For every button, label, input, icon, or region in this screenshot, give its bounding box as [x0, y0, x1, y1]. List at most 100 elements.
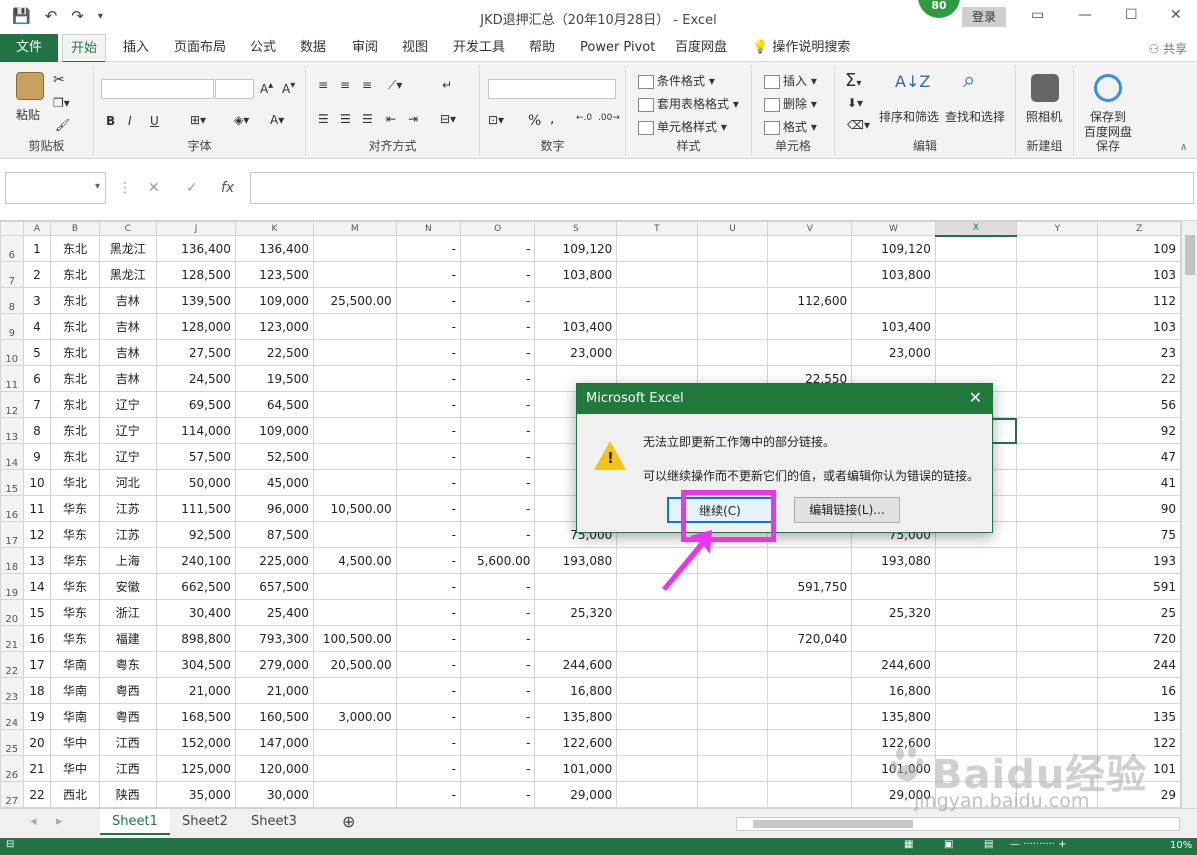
- cell-x[interactable]: [934, 625, 1018, 652]
- cell-t[interactable]: [616, 729, 698, 756]
- cell-v[interactable]: 112,600: [767, 287, 853, 314]
- cell-o[interactable]: -: [460, 495, 536, 522]
- cell-j[interactable]: 111,500: [155, 495, 236, 522]
- cell-o[interactable]: -: [460, 729, 536, 756]
- cell-j[interactable]: 304,500: [155, 651, 236, 678]
- cell-t[interactable]: [616, 235, 698, 262]
- row-header[interactable]: 26: [0, 755, 24, 782]
- cell-k[interactable]: 30,000: [234, 781, 314, 808]
- cell-v[interactable]: [767, 339, 853, 366]
- cell-b[interactable]: 华东: [50, 625, 100, 652]
- cell-x[interactable]: [934, 313, 1018, 340]
- sheet-tab-1[interactable]: Sheet1: [100, 809, 170, 835]
- cell-j[interactable]: 92,500: [155, 521, 236, 548]
- cell-u[interactable]: [696, 599, 769, 626]
- cell-o[interactable]: -: [460, 521, 536, 548]
- cell-x[interactable]: [934, 261, 1018, 288]
- decrease-font-icon[interactable]: A▾: [282, 80, 295, 96]
- cell-u[interactable]: [696, 287, 769, 314]
- cell-z[interactable]: 112: [1097, 287, 1181, 314]
- cell-n[interactable]: -: [395, 339, 462, 366]
- cell-w[interactable]: 23,000: [851, 339, 936, 366]
- cell-k[interactable]: 279,000: [234, 651, 314, 678]
- cell-u[interactable]: [696, 729, 769, 756]
- cell-a[interactable]: 3: [22, 287, 52, 314]
- cell-v[interactable]: [767, 651, 853, 678]
- cell-b[interactable]: 东北: [50, 235, 100, 262]
- macro-record-icon[interactable]: ⊟: [6, 839, 14, 850]
- cell-o[interactable]: 5,600.00: [460, 547, 536, 574]
- cell-n[interactable]: -: [395, 417, 462, 444]
- cell-o[interactable]: -: [460, 261, 536, 288]
- maximize-icon[interactable]: ☐: [1125, 7, 1138, 23]
- row-header[interactable]: 23: [0, 677, 24, 704]
- format-as-table-button[interactable]: 套用表格格式 ▾: [638, 95, 739, 112]
- cell-o[interactable]: -: [460, 443, 536, 470]
- cell-v[interactable]: [767, 261, 853, 288]
- cell-n[interactable]: -: [395, 391, 462, 418]
- cell-m[interactable]: [312, 365, 397, 392]
- cell-s[interactable]: 29,000: [534, 781, 618, 808]
- cell-t[interactable]: [616, 339, 698, 366]
- cell-a[interactable]: 19: [22, 703, 52, 730]
- cell-j[interactable]: 125,000: [155, 755, 236, 782]
- cell-s[interactable]: 103,400: [534, 313, 618, 340]
- cell-u[interactable]: [696, 235, 769, 262]
- cell-s[interactable]: 23,000: [534, 339, 618, 366]
- cell-a[interactable]: 18: [22, 677, 52, 704]
- cell-y[interactable]: [1016, 651, 1099, 678]
- cell-s[interactable]: 193,080: [534, 547, 618, 574]
- cell-y[interactable]: [1016, 599, 1099, 626]
- row-header[interactable]: 17: [0, 521, 24, 548]
- confirm-entry-icon[interactable]: ✓: [186, 180, 198, 196]
- cell-u[interactable]: [696, 755, 769, 782]
- cell-y[interactable]: [1016, 417, 1099, 444]
- column-header-x[interactable]: X: [934, 221, 1018, 237]
- cell-b[interactable]: 东北: [50, 365, 100, 392]
- cell-x[interactable]: [934, 287, 1018, 314]
- cell-j[interactable]: 128,000: [155, 313, 236, 340]
- baidu-netdisk-icon[interactable]: [1094, 74, 1122, 102]
- cell-m[interactable]: [312, 391, 397, 418]
- cell-y[interactable]: [1016, 547, 1099, 574]
- cell-v[interactable]: 591,750: [767, 573, 853, 600]
- cell-y[interactable]: [1016, 261, 1099, 288]
- cell-m[interactable]: 20,500.00: [312, 651, 397, 678]
- cell-b[interactable]: 华东: [50, 573, 100, 600]
- cell-b[interactable]: 华中: [50, 729, 100, 756]
- cell-z[interactable]: 22: [1097, 365, 1181, 392]
- comma-button[interactable]: ,: [550, 111, 554, 127]
- cell-s[interactable]: 103,800: [534, 261, 618, 288]
- cell-c[interactable]: 江苏: [98, 521, 157, 548]
- horizontal-scroll-thumb[interactable]: [753, 820, 913, 828]
- cell-o[interactable]: -: [460, 391, 536, 418]
- cell-y[interactable]: [1016, 495, 1099, 522]
- cell-s[interactable]: 135,800: [534, 703, 618, 730]
- cell-y[interactable]: [1016, 313, 1099, 340]
- name-box[interactable]: [5, 172, 106, 204]
- column-header-j[interactable]: J: [155, 221, 236, 236]
- row-header[interactable]: 9: [0, 313, 24, 340]
- scroll-sheets-right-icon[interactable]: ▸: [44, 809, 75, 835]
- align-right-icon[interactable]: ☰: [362, 112, 373, 126]
- cell-s[interactable]: 101,000: [534, 755, 618, 782]
- font-size-combo[interactable]: [215, 79, 254, 99]
- cell-o[interactable]: -: [460, 677, 536, 704]
- zoom-slider[interactable]: — ·········· +: [1010, 839, 1067, 850]
- cell-k[interactable]: 25,400: [234, 599, 314, 626]
- fill-icon[interactable]: ⬇▾: [847, 96, 863, 110]
- row-header[interactable]: 10: [0, 339, 24, 366]
- cell-k[interactable]: 136,400: [234, 235, 314, 262]
- cell-k[interactable]: 793,300: [234, 625, 314, 652]
- cell-m[interactable]: [312, 469, 397, 496]
- cell-c[interactable]: 江苏: [98, 495, 157, 522]
- paste-icon[interactable]: [16, 72, 44, 100]
- decrease-indent-icon[interactable]: ⇤: [386, 112, 396, 126]
- cell-k[interactable]: 52,500: [234, 443, 314, 470]
- insert-function-icon[interactable]: fx: [221, 180, 234, 196]
- cell-u[interactable]: [696, 339, 769, 366]
- cell-u[interactable]: [696, 651, 769, 678]
- cut-icon[interactable]: ✂: [53, 72, 65, 88]
- cell-a[interactable]: 10: [22, 469, 52, 496]
- cell-s[interactable]: [534, 573, 618, 600]
